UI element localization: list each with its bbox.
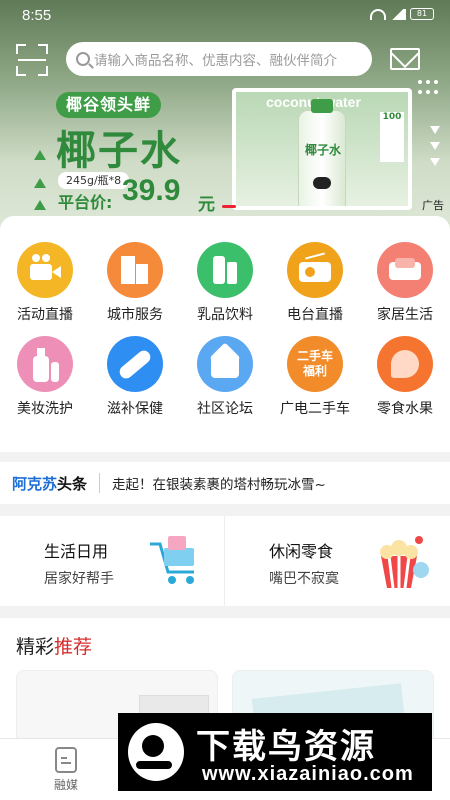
banner-spec: 245g/瓶*8 (58, 172, 130, 189)
category-item-beauty[interactable]: 美妆洗护 (0, 336, 90, 418)
arrow-down-icon (430, 126, 440, 134)
arrow-down-icon (430, 158, 440, 166)
promo-banner[interactable]: 8:55 81 请输入商品名称、优惠内容、融伙伴简介 椰谷领头鲜 椰子水 245… (0, 0, 450, 232)
bottle-label: 椰子水 (305, 143, 342, 157)
watermark-title: 下载鸟资源 (196, 727, 376, 767)
section-title-black: 精彩 (16, 636, 55, 658)
search-icon (76, 52, 90, 66)
carousel-indicator (222, 205, 236, 208)
category-item-home[interactable]: 家居生活 (360, 242, 450, 324)
drink-icon (197, 242, 253, 298)
category-label: 滋补保健 (107, 401, 163, 417)
triangle-deco-icon (34, 150, 46, 160)
headline-brand: 阿克苏头条 (12, 473, 87, 494)
triangle-deco-icon (34, 200, 46, 210)
category-item-city-service[interactable]: 城市服务 (90, 242, 180, 324)
tab-media[interactable]: 融媒 (36, 747, 96, 793)
category-item-dairy[interactable]: 乳品饮料 (180, 242, 270, 324)
promo-title: 生活日用 (44, 542, 109, 561)
category-item-health[interactable]: 滋补保健 (90, 336, 180, 418)
promo-cards: 生活日用 居家好帮手 休闲零食 嘴巴不寂寞 (0, 516, 450, 606)
radio-icon (287, 242, 343, 298)
secondhand-car-badge-icon: 二手车福利 (287, 336, 343, 392)
status-time: 8:55 (22, 7, 52, 24)
category-label: 广电二手车 (280, 401, 350, 417)
category-label: 家居生活 (377, 307, 433, 323)
headline-news[interactable]: 走起！在银装素裹的塔村畅玩冰雪~ (112, 473, 326, 493)
search-input[interactable]: 请输入商品名称、优惠内容、融伙伴简介 (66, 42, 372, 76)
category-grid: 活动直播 城市服务 乳品饮料 电台直播 家居生活 美妆洗护 滋补保健 社区论坛 … (0, 216, 450, 452)
promo-subtitle: 居家好帮手 (44, 571, 114, 587)
category-label: 电台直播 (287, 307, 343, 323)
video-camera-icon (17, 242, 73, 298)
ad-label: 广告 (422, 199, 444, 212)
category-item-radio[interactable]: 电台直播 (270, 242, 360, 324)
tab-label: 融媒 (53, 778, 78, 792)
building-icon (107, 242, 163, 298)
banner-price: 39.9 (122, 174, 181, 207)
promo-card-daily[interactable]: 生活日用 居家好帮手 (0, 516, 224, 606)
capsule-icon (107, 336, 163, 392)
message-icon[interactable] (390, 48, 420, 70)
category-label: 城市服务 (107, 307, 163, 323)
product-image[interactable]: coconut water 椰子水 100 (232, 88, 412, 210)
category-label: 活动直播 (17, 307, 73, 323)
search-placeholder: 请输入商品名称、优惠内容、融伙伴简介 (94, 53, 337, 69)
peach-icon (377, 336, 433, 392)
watermark-logo-icon (128, 723, 184, 781)
banner-tag: 椰谷领头鲜 (56, 92, 162, 118)
category-item-snacks[interactable]: 零食水果 (360, 336, 450, 418)
battery-icon: 81 (410, 8, 434, 20)
section-title: 精彩推荐 (16, 632, 92, 659)
category-label: 零食水果 (377, 401, 433, 417)
triangle-deco-icon (34, 178, 46, 188)
scan-icon[interactable] (16, 44, 48, 76)
divider (99, 473, 101, 493)
status-bar: 8:55 81 (0, 0, 450, 32)
box-text: 100 (380, 112, 404, 162)
section-title-red: 推荐 (54, 636, 93, 658)
banner-title: 椰子水 (56, 127, 182, 174)
watermark-url: www.xiazainiao.com (202, 763, 414, 785)
media-icon (55, 747, 77, 773)
promo-card-snacks[interactable]: 休闲零食 嘴巴不寂寞 (225, 516, 449, 606)
banner-price-unit: 元 (198, 195, 215, 215)
category-label: 美妆洗护 (17, 401, 73, 417)
wifi-icon (370, 8, 386, 20)
more-dots-icon[interactable] (418, 80, 438, 96)
shopping-cart-icon (150, 536, 194, 584)
promo-title: 休闲零食 (269, 542, 334, 561)
category-item-forum[interactable]: 社区论坛 (180, 336, 270, 418)
category-label: 乳品饮料 (197, 307, 253, 323)
category-item-live[interactable]: 活动直播 (0, 242, 90, 324)
status-icons: 81 (370, 8, 434, 20)
signal-icon (390, 8, 406, 20)
headline-brand-black: 头条 (57, 474, 88, 493)
category-label: 社区论坛 (197, 401, 253, 417)
arrow-down-icon (430, 142, 440, 150)
banner-price-label: 平台价: (58, 193, 113, 212)
popcorn-icon (380, 536, 429, 589)
sofa-icon (377, 242, 433, 298)
promo-subtitle: 嘴巴不寂寞 (269, 571, 339, 587)
headline-brand-blue: 阿克苏 (12, 474, 58, 493)
lotion-bottle-icon (17, 336, 73, 392)
category-item-used-car[interactable]: 二手车福利 广电二手车 (270, 336, 360, 418)
news-headline-bar[interactable]: 阿克苏头条 走起！在银装素裹的塔村畅玩冰雪~ (0, 462, 450, 504)
house-face-icon (197, 336, 253, 392)
watermark: 下载鸟资源 www.xiazainiao.com (118, 713, 432, 791)
bottle-image: 椰子水 (298, 99, 346, 206)
